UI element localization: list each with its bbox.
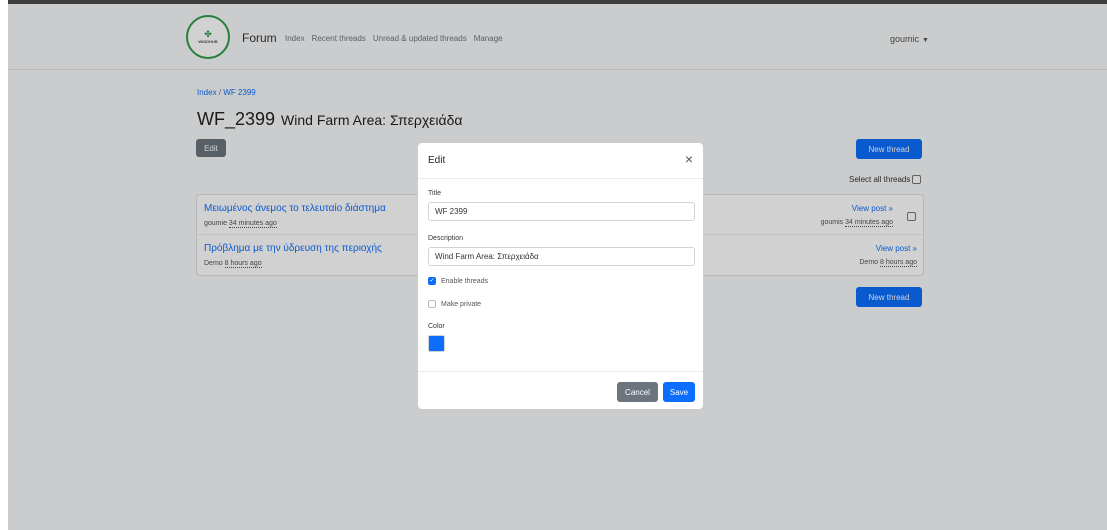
save-button[interactable]: Save	[663, 382, 695, 402]
color-picker[interactable]	[428, 335, 445, 352]
close-icon[interactable]: ×	[685, 152, 693, 166]
modal-footer: Cancel Save	[418, 371, 703, 411]
modal-header: Edit ×	[418, 143, 703, 179]
cancel-button[interactable]: Cancel	[617, 382, 658, 402]
edit-modal: Edit × Title Description ✓ Enable thread…	[417, 142, 704, 410]
modal-title: Edit	[428, 155, 446, 166]
color-label: Color	[428, 323, 445, 330]
description-input[interactable]	[428, 247, 695, 266]
description-label: Description	[428, 235, 464, 242]
app-frame: ✤ WINDHUB Forum Index Recent threads Unr…	[8, 0, 1107, 530]
enable-threads-label: Enable threads	[441, 277, 489, 285]
title-label: Title	[428, 190, 441, 197]
title-input[interactable]	[428, 202, 695, 221]
enable-threads-option[interactable]: ✓ Enable threads	[428, 277, 488, 285]
enable-threads-checkbox[interactable]: ✓	[428, 277, 436, 285]
make-private-checkbox[interactable]	[428, 300, 436, 308]
make-private-label: Make private	[441, 300, 482, 308]
make-private-option[interactable]: Make private	[428, 300, 481, 308]
